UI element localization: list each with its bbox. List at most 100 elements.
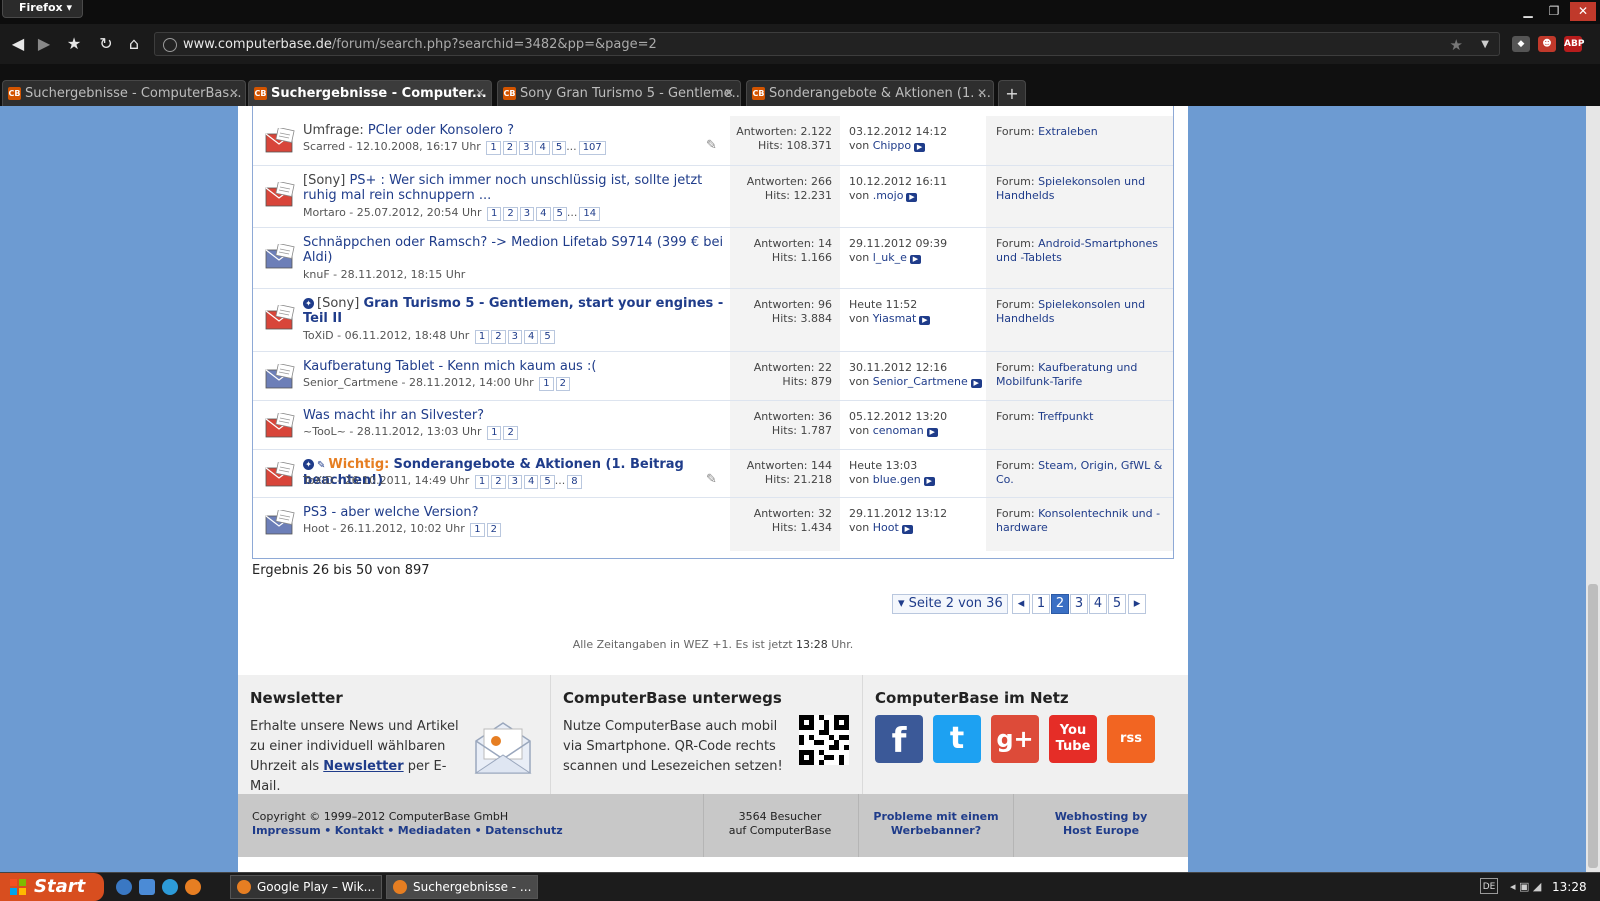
taskbar-item-google-play[interactable]: Google Play – Wik... xyxy=(230,875,382,899)
rss-icon[interactable]: rss xyxy=(1107,715,1155,763)
tray-icons[interactable]: ◂ ▣ ◢ xyxy=(1510,873,1541,901)
close-window-button[interactable]: ✕ xyxy=(1570,2,1596,21)
tab-search-results-2[interactable]: CB Suchergebnisse - Computer... ✕ xyxy=(248,80,492,106)
facebook-icon[interactable]: f xyxy=(875,715,923,763)
system-clock[interactable]: 13:28 xyxy=(1552,873,1587,901)
bookmark-page-icon[interactable]: ★ xyxy=(1450,33,1463,57)
go-to-last-post-icon[interactable]: ▶ xyxy=(919,316,931,325)
maximize-button[interactable]: ❐ xyxy=(1542,2,1566,21)
mediadaten-link[interactable]: Mediadaten xyxy=(398,824,471,837)
topic-page-link[interactable]: 4 xyxy=(523,330,539,344)
topic-page-link[interactable]: 4 xyxy=(536,207,551,221)
media-player-quicklaunch-icon[interactable] xyxy=(139,879,155,895)
address-bar[interactable]: www.computerbase.de/forum/search.php?sea… xyxy=(154,32,1500,56)
impressum-link[interactable]: Impressum xyxy=(252,824,321,837)
back-button[interactable]: ◀ xyxy=(6,32,30,56)
topic-page-link[interactable]: 1 xyxy=(487,426,502,440)
thread-envelope-icon[interactable] xyxy=(265,462,297,487)
last-post-user-link[interactable]: Yiasmat xyxy=(873,312,917,325)
topic-page-link[interactable]: 2 xyxy=(503,426,518,440)
addon-shield-icon[interactable]: ◆ xyxy=(1512,36,1530,52)
thread-envelope-icon[interactable] xyxy=(265,244,297,269)
topic-page-link[interactable]: 14 xyxy=(579,207,601,221)
last-post-user-link[interactable]: cenoman xyxy=(873,424,924,437)
tab-close-icon[interactable]: ✕ xyxy=(229,81,239,106)
tab-gran-turismo[interactable]: CB Sony Gran Turismo 5 - Gentleme... ✕ xyxy=(497,80,741,106)
last-post-user-link[interactable]: Chippo xyxy=(873,139,911,152)
topic-page-link[interactable]: 4 xyxy=(535,141,550,155)
topic-page-link[interactable]: 1 xyxy=(470,523,485,537)
topic-title-link[interactable]: Gran Turismo 5 - Gentlemen, start your e… xyxy=(303,296,723,326)
topic-page-link[interactable]: 1 xyxy=(487,207,502,221)
go-to-last-post-icon[interactable]: ▶ xyxy=(914,143,926,152)
topic-title-link[interactable]: Kaufberatung Tablet - Kenn mich kaum aus… xyxy=(303,359,596,374)
topic-page-link[interactable]: 4 xyxy=(523,475,539,489)
firefox-quicklaunch-icon[interactable] xyxy=(185,879,201,895)
start-button[interactable]: Start xyxy=(0,873,104,901)
next-page-button[interactable]: ▸ xyxy=(1128,594,1146,614)
page-jump-dropdown[interactable]: ▾ Seite 2 von 36 xyxy=(892,594,1008,614)
topic-page-link[interactable]: 1 xyxy=(486,141,501,155)
thread-envelope-icon[interactable] xyxy=(265,413,297,438)
page-4-button[interactable]: 4 xyxy=(1089,594,1107,614)
go-to-last-post-icon[interactable]: ▶ xyxy=(909,255,921,264)
topic-page-link[interactable]: 2 xyxy=(555,377,570,391)
tab-close-icon[interactable]: ✕ xyxy=(977,81,987,106)
ie-quicklaunch-icon[interactable] xyxy=(116,879,132,895)
topic-page-link[interactable]: 3 xyxy=(507,475,522,489)
youtube-icon[interactable]: You Tube xyxy=(1049,715,1097,763)
thread-envelope-icon[interactable] xyxy=(265,128,297,153)
topic-page-link[interactable]: 2 xyxy=(503,207,518,221)
page-1-button[interactable]: 1 xyxy=(1032,594,1050,614)
topic-page-link[interactable]: 3 xyxy=(507,330,522,344)
topic-page-link[interactable]: 2 xyxy=(486,523,501,537)
forward-button[interactable]: ▶ xyxy=(32,32,56,56)
forum-link[interactable]: Extraleben xyxy=(1038,125,1098,138)
topic-title-link[interactable]: Was macht ihr an Silvester? xyxy=(303,408,484,423)
reload-icon[interactable]: ↻ xyxy=(94,32,118,56)
firefox-menu-button[interactable]: Firefox ▾ xyxy=(2,0,83,18)
topic-page-link[interactable]: 1 xyxy=(474,475,490,489)
twitter-icon[interactable]: t xyxy=(933,715,981,763)
tab-sonderangebote[interactable]: CB Sonderangebote & Aktionen (1. ... ✕ xyxy=(746,80,994,106)
ie-blue-quicklaunch-icon[interactable] xyxy=(162,879,178,895)
topic-title-link[interactable]: Schnäppchen oder Ramsch? -> Medion Lifet… xyxy=(303,235,723,265)
new-tab-button[interactable]: + xyxy=(998,80,1026,106)
site-identity-icon[interactable] xyxy=(163,38,177,52)
prev-page-button[interactable]: ◂ xyxy=(1012,594,1030,614)
topic-title-link[interactable]: PS3 - aber welche Version? xyxy=(303,505,478,520)
banner-problem-link[interactable]: Probleme mit einem Werbebanner? xyxy=(859,810,1013,838)
kontakt-link[interactable]: Kontakt xyxy=(335,824,384,837)
home-icon[interactable]: ⌂ xyxy=(122,32,146,56)
google-plus-icon[interactable]: g+ xyxy=(991,715,1039,763)
forum-link[interactable]: Treffpunkt xyxy=(1038,410,1093,423)
tab-close-icon[interactable]: ✕ xyxy=(724,81,734,106)
go-to-last-post-icon[interactable]: ▶ xyxy=(923,477,935,486)
language-indicator[interactable]: DE xyxy=(1480,878,1498,894)
topic-title-link[interactable]: PCler oder Konsolero ? xyxy=(368,123,514,138)
go-to-last-post-icon[interactable]: ▶ xyxy=(901,525,913,534)
page-5-button[interactable]: 5 xyxy=(1108,594,1126,614)
topic-page-link[interactable]: 5 xyxy=(551,141,567,155)
topic-title-link[interactable]: PS+ : Wer sich immer noch unschlüssig is… xyxy=(303,173,702,203)
last-post-user-link[interactable]: blue.gen xyxy=(873,473,921,486)
go-to-last-post-icon[interactable]: ▶ xyxy=(906,193,918,202)
page-3-button[interactable]: 3 xyxy=(1070,594,1088,614)
topic-page-link[interactable]: 5 xyxy=(552,207,567,221)
go-to-last-post-icon[interactable]: ▶ xyxy=(926,428,938,437)
bookmarks-star-icon[interactable]: ★ xyxy=(62,32,86,56)
topic-page-link[interactable]: 2 xyxy=(491,475,506,489)
url-history-dropdown-icon[interactable]: ▼ xyxy=(1481,33,1489,57)
go-to-last-post-icon[interactable]: ▶ xyxy=(970,379,982,388)
topic-page-link[interactable]: 8 xyxy=(567,475,582,489)
datenschutz-link[interactable]: Datenschutz xyxy=(485,824,563,837)
topic-page-link[interactable]: 5 xyxy=(540,475,555,489)
topic-page-link[interactable]: 107 xyxy=(578,141,606,155)
newsletter-link[interactable]: Newsletter xyxy=(323,759,403,774)
addon-greasemonkey-icon[interactable]: ☻ xyxy=(1538,36,1556,52)
adblock-plus-icon[interactable]: ABP xyxy=(1564,36,1584,52)
last-post-user-link[interactable]: Hoot xyxy=(873,521,899,534)
last-post-user-link[interactable]: l_uk_e xyxy=(873,251,907,264)
taskbar-item-suchergebnisse[interactable]: Suchergebnisse - ... xyxy=(386,875,538,899)
topic-page-link[interactable]: 5 xyxy=(540,330,555,344)
